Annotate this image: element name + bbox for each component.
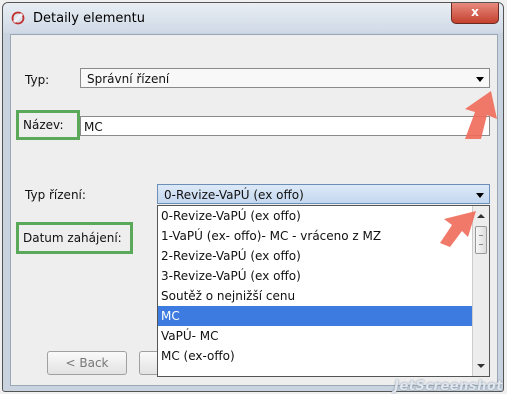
back-button-label: < Back xyxy=(65,356,109,370)
typ-combobox[interactable]: Správní řízení xyxy=(80,68,490,88)
typ-rizeni-label: Typ řízení: xyxy=(25,188,86,202)
close-icon: x xyxy=(471,5,479,19)
window-title: Detaily elementu xyxy=(33,11,145,26)
dropdown-option[interactable]: MC xyxy=(158,306,489,326)
dropdown-option[interactable]: 2-Revize-VaPÚ (ex offo) xyxy=(158,246,489,266)
dropdown-option[interactable]: 3-Revize-VaPÚ (ex offo) xyxy=(158,266,489,286)
dropdown-option[interactable]: VaPÚ- MC xyxy=(158,326,489,346)
nazev-value: MC xyxy=(84,120,103,134)
scroll-down-icon[interactable] xyxy=(477,364,485,368)
dialog-window: Detaily elementu x Typ: Správní řízení N… xyxy=(2,2,504,392)
nazev-field[interactable]: MC xyxy=(80,116,490,136)
typ-rizeni-value: 0-Revize-VaPÚ (ex offo) xyxy=(164,188,304,202)
nazev-label: Název: xyxy=(23,118,64,132)
close-button[interactable]: x xyxy=(451,3,499,24)
chevron-down-icon xyxy=(476,77,484,82)
title-bar: Detaily elementu x xyxy=(3,3,503,33)
annotation-arrow-icon xyxy=(440,211,476,247)
dropdown-option[interactable]: MC (ex-offo) xyxy=(158,346,489,366)
typ-rizeni-combobox[interactable]: 0-Revize-VaPÚ (ex offo) xyxy=(157,184,490,204)
annotation-arrow-icon xyxy=(465,91,497,139)
dialog-content: Typ: Správní řízení Název: MC Typ řízení… xyxy=(10,34,498,386)
typ-label: Typ: xyxy=(25,73,50,87)
dropdown-option[interactable]: Soutěž o nejnižší cenu xyxy=(158,286,489,306)
datum-label: Datum zahájení: xyxy=(23,231,122,245)
back-button[interactable]: < Back xyxy=(47,351,127,375)
typ-value: Správní řízení xyxy=(87,72,170,86)
chevron-down-icon xyxy=(476,193,484,198)
app-icon xyxy=(11,11,25,25)
watermark: JetScreenshot xyxy=(394,379,503,394)
